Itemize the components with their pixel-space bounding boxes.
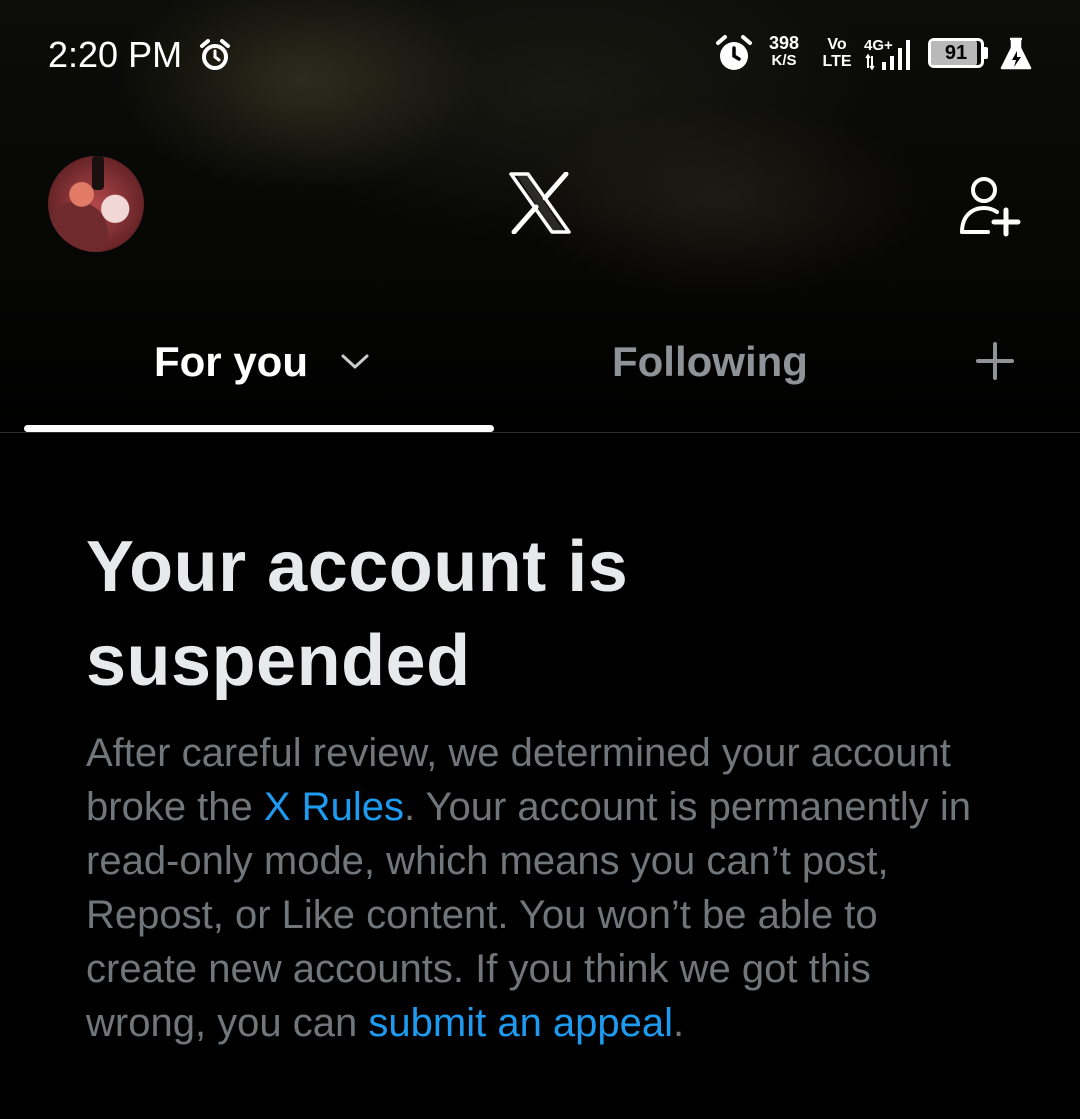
alarm-icon: [200, 39, 230, 70]
tabs-divider: [0, 432, 1080, 433]
tab-for-you[interactable]: For you: [24, 320, 494, 432]
status-time: 2:20 PM: [48, 34, 183, 75]
flask-icon: [1000, 37, 1032, 70]
plus-icon[interactable]: [972, 338, 1018, 384]
add-user-icon[interactable]: [954, 170, 1024, 240]
app-screen: 2:20 PM 398 K/S Vo LTE 4G+ 91 For you Fo…: [0, 0, 1080, 1119]
suspension-heading: Your account is suspended: [86, 527, 629, 701]
status-bar: 2:20 PM 398 K/S Vo LTE 4G+ 91: [0, 0, 1080, 110]
network-speed: 398 K/S: [764, 34, 804, 70]
volte-bottom: LTE: [822, 53, 852, 70]
battery-icon: 91: [928, 38, 988, 70]
suspension-body: After careful review, we determined your…: [86, 726, 976, 1050]
network-type-label: 4G+: [864, 37, 893, 54]
timeline-tabs: For you Following: [0, 320, 1080, 432]
battery-tip: [984, 47, 988, 59]
tab-for-you-label: For you: [154, 338, 308, 385]
x-logo-icon: [509, 172, 571, 234]
body-text-part3: .: [673, 1001, 685, 1045]
x-rules-link[interactable]: X Rules: [264, 785, 404, 829]
battery-level: 91: [944, 42, 968, 64]
active-tab-indicator: [24, 425, 494, 432]
alarm-icon: [716, 35, 752, 70]
suspension-notice: Your account is suspended After careful …: [86, 520, 986, 1050]
avatar-detail: [92, 156, 104, 190]
network-speed-unit: K/S: [771, 52, 797, 69]
chevron-down-icon[interactable]: [340, 348, 370, 374]
tab-following[interactable]: Following: [540, 320, 900, 432]
profile-avatar[interactable]: [48, 156, 144, 252]
volte-indicator: Vo LTE: [820, 36, 854, 70]
submit-appeal-link[interactable]: submit an appeal: [368, 1001, 673, 1045]
network-speed-value: 398: [768, 33, 800, 53]
tab-following-label: Following: [612, 338, 808, 385]
signal-icon: 4G+: [864, 37, 910, 71]
volte-top: Vo: [827, 36, 847, 53]
